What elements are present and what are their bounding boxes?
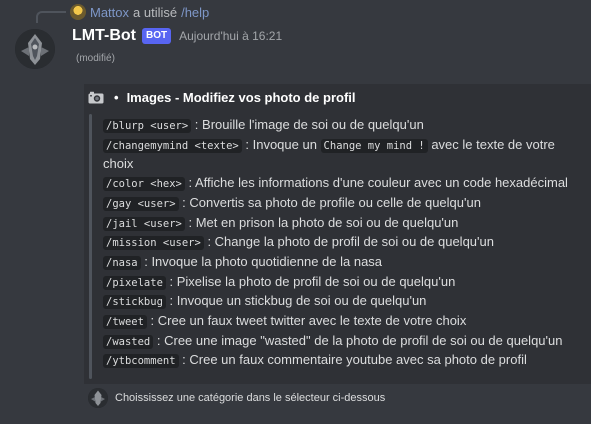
command-item: /pixelate : Pixelise la photo de profil … [103,273,583,293]
command-description: : Change la photo de profil de soi ou de… [203,234,494,250]
reply-context[interactable]: Mattox a utilisé /help [70,4,209,20]
command-description: : Pixelise la photo de profil de soi ou … [165,273,456,289]
embed-footer: Choississez une catégorie dans le sélect… [88,388,385,408]
command-item: /gay <user> : Convertis sa photo de prof… [103,194,583,214]
command-code[interactable]: /jail <user> [103,216,185,231]
footer-text: Choississez une catégorie dans le sélect… [115,392,386,404]
command-description: : Invoque un stickbug de soi ou de quelq… [165,293,427,309]
bot-avatar-icon[interactable] [15,29,55,69]
command-description: : Invoque un [241,136,321,152]
reply-connector-line [36,11,66,23]
command-description: : Brouille l'image de soi ou de quelqu'u… [191,117,424,132]
reply-avatar-icon[interactable] [70,4,86,20]
command-item: /mission <user> : Change la photo de pro… [103,233,583,253]
command-item: /wasted : Cree une image "wasted" de la … [103,332,583,352]
command-item: /blurp <user> : Brouille l'image de soi … [103,116,583,136]
reply-text: a utilisé [133,4,178,20]
command-description: : Cree un faux tweet twitter avec le tex… [146,313,467,329]
message-header: LMT-Bot BOT Aujourd'hui à 16:21 [72,26,282,46]
command-description: : Met en prison la photo de soi ou de qu… [184,214,459,230]
command-code[interactable]: /ytbcomment [103,354,179,369]
footer-bot-icon [88,388,108,408]
command-code[interactable]: /tweet [103,315,147,330]
command-item: /tweet : Cree un faux tweet twitter avec… [103,312,583,332]
embed-title-text: Images - Modifiez vos photo de profil [126,89,356,105]
edited-label: (modifié) [76,53,115,64]
reply-username[interactable]: Mattox [90,5,129,20]
command-item: /ytbcomment : Cree un faux commentaire y… [103,351,583,371]
command-item: /jail <user> : Met en prison la photo de… [103,214,583,234]
reply-command[interactable]: /help [181,5,209,20]
command-description: : Cree un faux commentaire youtube avec … [178,352,527,368]
command-code[interactable]: /mission <user> [103,236,204,251]
blockquote-bar [89,114,92,379]
message-timestamp[interactable]: Aujourd'hui à 16:21 [179,29,282,43]
command-description: : Affiche les informations d'une couleur… [184,175,568,191]
embed-title: • Images - Modifiez vos photo de profil [88,88,356,106]
inline-code: Change my mind ! [320,138,428,153]
command-code[interactable]: /changemymind <texte> [103,138,242,153]
command-item: /changemymind <texte> : Invoque un Chang… [103,136,583,174]
command-code[interactable]: /color <hex> [103,177,185,192]
command-description: : Convertis sa photo de profile ou celle… [178,194,481,210]
command-description: : Cree une image "wasted" de la photo de… [153,332,563,348]
bot-username[interactable]: LMT-Bot [72,27,136,45]
command-code[interactable]: /gay <user> [103,196,179,211]
command-code[interactable]: /pixelate [103,275,166,290]
command-code[interactable]: /stickbug [103,295,166,310]
command-item: /nasa : Invoque la photo quotidienne de … [103,253,583,273]
command-description: : Invoque la photo quotidienne de la nas… [140,253,383,269]
title-bullet: • [114,89,119,105]
command-list: /blurp <user> : Brouille l'image de soi … [103,116,583,371]
command-item: /stickbug : Invoque un stickbug de soi o… [103,292,583,312]
command-item: /color <hex> : Affiche les informations … [103,174,583,194]
command-code[interactable]: /nasa [103,255,141,270]
camera-icon [88,91,104,104]
bot-badge: BOT [141,28,172,44]
command-code[interactable]: /wasted [103,334,154,349]
command-code[interactable]: /blurp <user> [103,119,192,133]
